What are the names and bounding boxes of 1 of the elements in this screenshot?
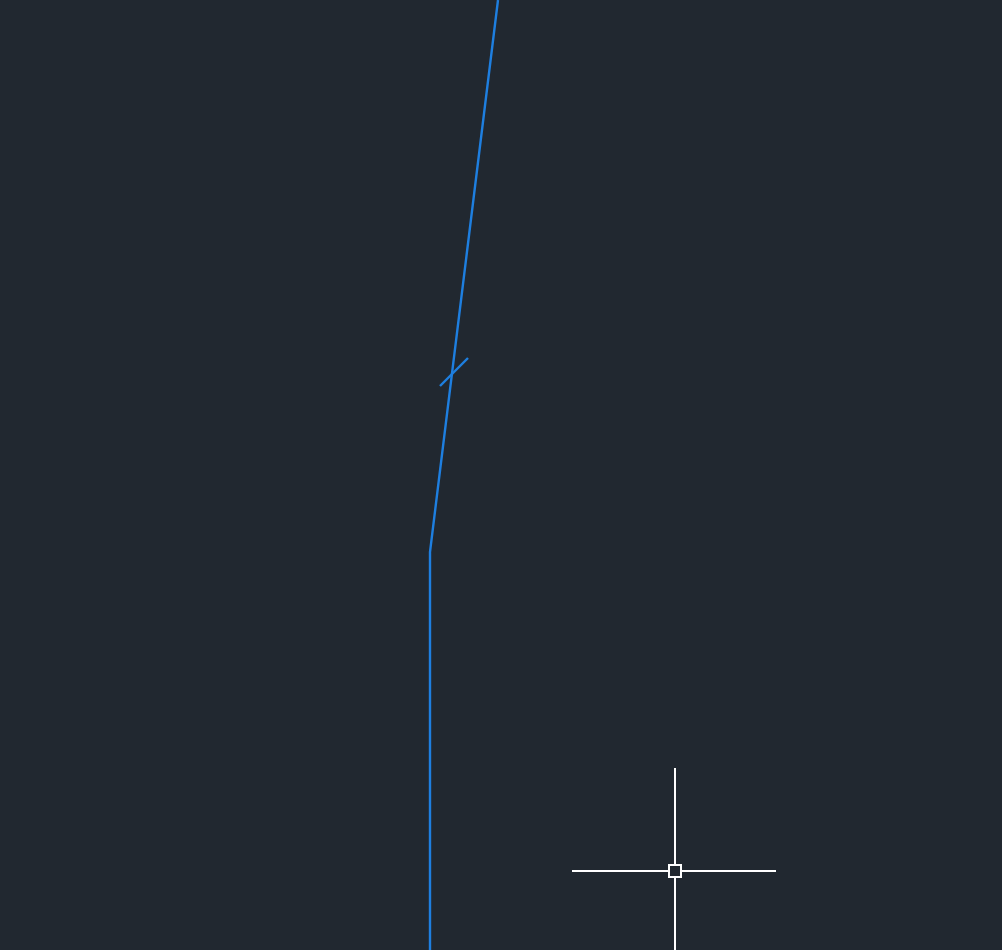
tick-mark <box>439 357 469 387</box>
